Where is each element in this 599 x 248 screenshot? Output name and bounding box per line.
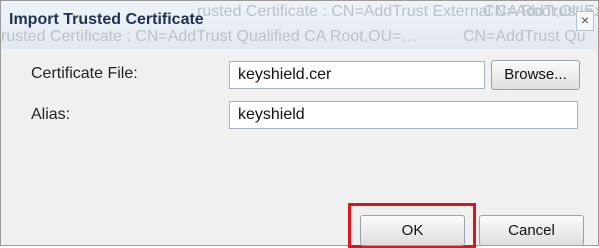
close-icon[interactable]: ×	[576, 11, 594, 31]
browse-button[interactable]: Browse...	[491, 60, 580, 90]
certificate-file-label: Certificate File:	[31, 65, 138, 82]
background-table-row-2: rusted Certificate : CN=AddTrust Qualifi…	[1, 28, 418, 45]
alias-label: Alias:	[31, 106, 71, 123]
ok-button[interactable]: OK	[360, 215, 465, 246]
certificate-file-input[interactable]	[229, 61, 485, 89]
import-trusted-certificate-dialog: rusted Certificate : CN=AddTrust Externa…	[0, 0, 599, 248]
dialog-title: Import Trusted Certificate	[9, 11, 204, 28]
dialog-titlebar[interactable]: rusted Certificate : CN=AddTrust Externa…	[1, 1, 598, 49]
background-table-row-2-col2: CN=AddTrust Qu	[463, 28, 586, 45]
cancel-button[interactable]: Cancel	[479, 215, 584, 246]
dialog-body: Certificate File: Browse... Alias: OK Ca…	[1, 49, 598, 248]
alias-input[interactable]	[229, 101, 578, 129]
